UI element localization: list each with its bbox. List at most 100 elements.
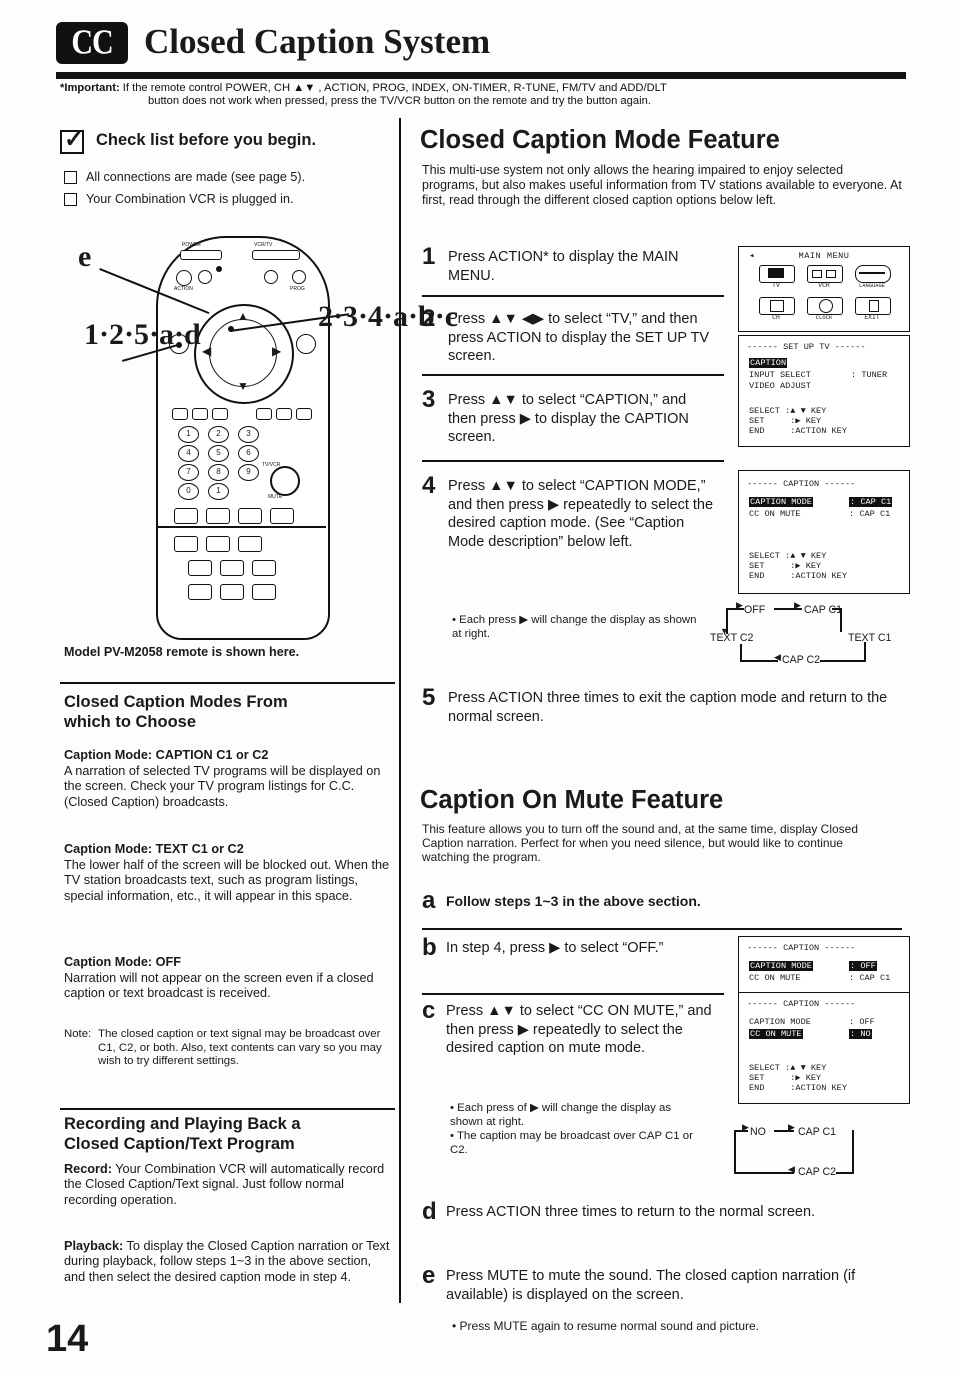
record-paragraph: Record: Your Combination VCR will automa…	[64, 1162, 394, 1208]
mute-step-c-number: c	[422, 997, 436, 1024]
mode-off-title: Caption Mode: OFF	[64, 955, 181, 969]
callout-label-right: 2·3·4·a·b·c	[318, 300, 459, 333]
osd-setup-tv: ------ SET UP TV ------ CAPTION INPUT SE…	[738, 335, 910, 447]
remote-button	[252, 584, 276, 600]
flow1-arrow-icon: ▶	[794, 600, 801, 610]
keypad-9: 9	[238, 464, 259, 481]
osd-caption2-mode-value: : OFF	[849, 961, 877, 971]
flow1-line	[864, 642, 866, 662]
left-arrow-icon: ◀	[202, 344, 212, 358]
mute-bullet-3: • Press MUTE again to resume normal soun…	[452, 1319, 760, 1333]
mode-c1c2-title: Caption Mode: CAPTION C1 or C2	[64, 748, 269, 762]
menu-icon-exit[interactable]: EXIT	[855, 297, 891, 321]
remote-button	[238, 508, 262, 524]
menu-icon-clock[interactable]: CLOCK	[807, 297, 843, 321]
remote-button	[296, 408, 312, 420]
osd-setup-row-caption[interactable]: CAPTION	[749, 358, 788, 369]
mute-step-d-number: d	[422, 1198, 437, 1225]
step-5-number: 5	[422, 684, 436, 711]
callout-dot	[228, 326, 234, 332]
note-body: The closed caption or text signal may be…	[98, 1028, 382, 1068]
osd-setup-title: ------ SET UP TV ------	[747, 342, 866, 352]
osd-caption1-mode-value: : CAP C1	[849, 497, 893, 507]
checklist-heading-label: Check list before you begin.	[96, 131, 317, 149]
osd-caption2-row-mode[interactable]: CAPTION MODE	[749, 961, 813, 972]
important-line1: If the remote control POWER, CH ▲▼ , ACT…	[122, 82, 667, 94]
flow2-arrow-icon: ▶	[788, 1122, 795, 1132]
menu-icon-tv[interactable]: TV	[759, 265, 795, 289]
flow2-line	[852, 1130, 854, 1172]
section-rule	[60, 1108, 395, 1110]
remote-button	[220, 584, 244, 600]
osd-caption-1: ------ CAPTION ------ CAPTION MODE : CAP…	[738, 470, 910, 594]
column-divider	[399, 118, 401, 1303]
remote-button	[176, 270, 192, 286]
checkbox-icon[interactable]	[64, 171, 77, 184]
recording-heading-line1: Recording and Playing Back a	[64, 1115, 301, 1133]
osd-caption3-legend-end: END :ACTION KEY	[749, 1083, 847, 1093]
osd-caption3-row-mute[interactable]: CC ON MUTE	[749, 1029, 803, 1040]
remote-button	[296, 334, 316, 354]
keypad-0: 0	[178, 483, 199, 500]
menu-label-clock: CLOCK	[815, 314, 833, 321]
step-1-number: 1	[422, 243, 436, 270]
remote-button	[198, 270, 212, 284]
flow1-node-text-c1: TEXT C1	[848, 632, 892, 644]
osd-setup-caption-label: CAPTION	[749, 358, 788, 368]
menu-icon-language[interactable]: LANGUAGE	[855, 265, 891, 289]
keypad-100: 1	[208, 483, 229, 500]
remote-button	[174, 508, 198, 524]
manual-page: CC Closed Caption System *Important: If …	[0, 0, 954, 1376]
mute-step-e-text: Press MUTE to mute the sound. The closed…	[446, 1268, 856, 1303]
remote-button	[270, 508, 294, 524]
remote-button	[188, 560, 212, 576]
osd-setup-video-label[interactable]: VIDEO ADJUST	[749, 381, 811, 392]
modes-heading-line1: Closed Caption Modes From	[64, 693, 288, 711]
flow1-node-off: OFF	[744, 604, 766, 616]
keypad-3: 3	[238, 426, 259, 443]
callout-label-left: 1·2·5·a·d	[84, 318, 201, 351]
osd-caption2-mute-label[interactable]: CC ON MUTE	[749, 973, 801, 984]
recording-section-heading: Recording and Playing Back a Closed Capt…	[64, 1114, 399, 1154]
flow1-node-cap-c1: CAP C1	[804, 604, 843, 616]
flow1-arrow-icon: ▶	[736, 600, 743, 610]
up-arrow-icon: ▲	[237, 309, 249, 323]
osd-caption2-mode-label: CAPTION MODE	[749, 961, 813, 971]
osd-caption1-row-mode[interactable]: CAPTION MODE	[749, 497, 813, 508]
checkbox-icon[interactable]	[64, 193, 77, 206]
osd-setup-row-input[interactable]: INPUT SELECT	[749, 370, 811, 381]
remote-model-caption: Model PV-M2058 remote is shown here.	[64, 645, 300, 659]
menu-label-exit: EXIT	[864, 314, 880, 321]
osd-setup-legend-set: SET :▶ KEY	[749, 416, 822, 426]
power-button	[180, 250, 222, 260]
remote-button	[220, 560, 244, 576]
playback-label: Playback:	[64, 1239, 124, 1253]
osd-caption1-mute-label[interactable]: CC ON MUTE	[749, 509, 801, 520]
mute-button	[270, 466, 300, 496]
mute-feature-intro: This feature allows you to turn off the …	[422, 822, 859, 865]
flow1-arrow-icon: ▼	[720, 626, 729, 636]
flow2-line	[734, 1130, 736, 1172]
menu-icon-vcr[interactable]: VCR	[807, 265, 843, 289]
step-3-number: 3	[422, 386, 436, 413]
menu-label-vcr: VCR	[818, 282, 830, 289]
remote-button	[264, 270, 278, 284]
mute-step-d-text: Press ACTION three times to return to th…	[446, 1204, 816, 1220]
caption-mode-flow-diagram: OFF CAP C1 TEXT C1 CAP C2 TEXT C2 ▶ ▶ ◀ …	[700, 600, 950, 670]
mute-step-b-text: In step 4, press ▶ to select “OFF.”	[446, 940, 664, 956]
osd-caption1-legend-end: END :ACTION KEY	[749, 571, 847, 581]
osd-caption3-mode-value: : OFF	[849, 1017, 875, 1027]
vcrtv-label: VCR/TV	[254, 242, 273, 248]
osd-caption3-mute-value-wrap: : NO	[849, 1029, 872, 1040]
osd-caption3-mode-label[interactable]: CAPTION MODE	[749, 1017, 811, 1028]
checklist-item-label: All connections are made (see page 5).	[86, 170, 306, 184]
osd-caption1-mode-label: CAPTION MODE	[749, 497, 813, 507]
mute-step-e-number: e	[422, 1262, 436, 1289]
osd-caption1-legend-set: SET :▶ KEY	[749, 561, 822, 571]
osd-caption2-title: ------ CAPTION ------	[747, 943, 856, 953]
flow2-node-cap-c1: CAP C1	[798, 1126, 837, 1138]
menu-icon-ch[interactable]: CH	[759, 297, 795, 321]
recording-heading-line2: Closed Caption/Text Program	[64, 1135, 295, 1153]
important-line2: button does not work when pressed, press…	[148, 95, 651, 108]
flow2-arrow-icon: ◀	[788, 1164, 795, 1174]
